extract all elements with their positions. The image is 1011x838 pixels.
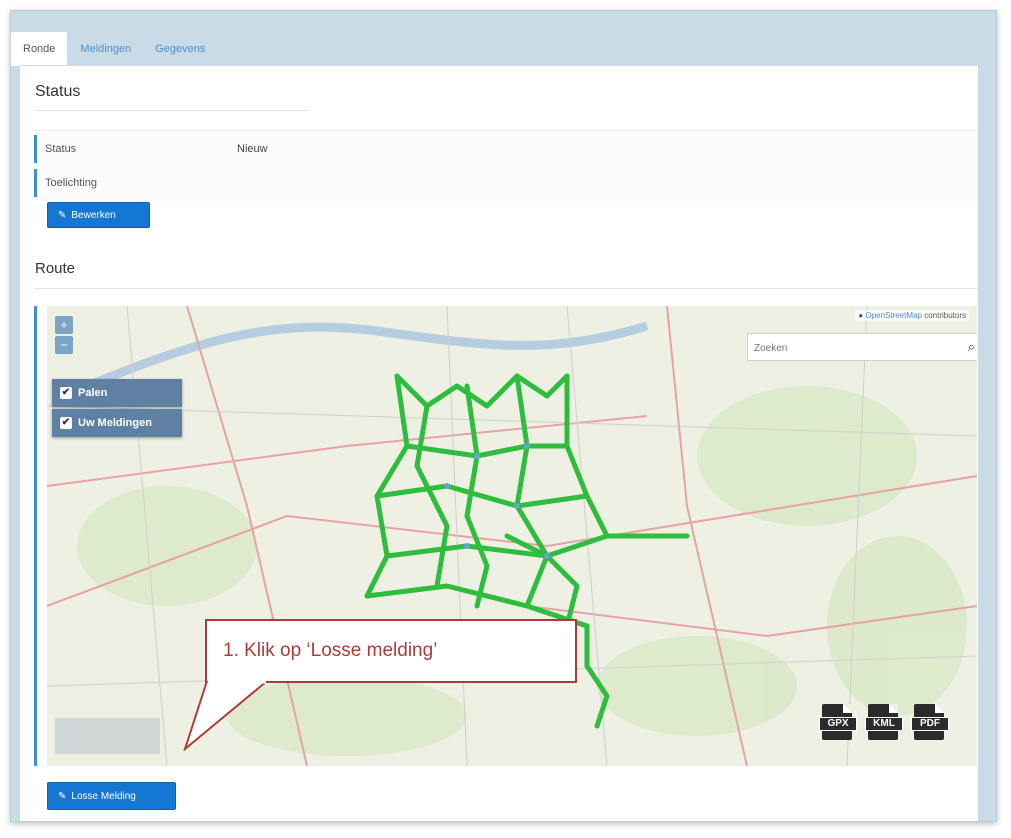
divider xyxy=(34,110,309,111)
tab-bar: Ronde Meldingen Gegevens xyxy=(10,30,217,66)
toelichting-row: Toelichting xyxy=(34,169,297,197)
info-icon: ● xyxy=(858,311,864,320)
checkbox-checked[interactable]: ✔ xyxy=(60,387,72,399)
kml-label: KML xyxy=(865,717,903,731)
tab-gegevens[interactable]: Gegevens xyxy=(143,32,217,66)
layer-label: Palen xyxy=(78,387,108,399)
layer-toggle-uw-meldingen[interactable]: ✔ Uw Meldingen xyxy=(52,409,182,437)
edit-button[interactable]: ✎ Bewerken xyxy=(47,202,150,228)
zoom-out-button[interactable]: − xyxy=(55,336,73,354)
callout-tail xyxy=(183,681,269,751)
map-search-input[interactable] xyxy=(752,335,951,361)
status-row: Status Nieuw xyxy=(34,135,297,163)
status-label: Status xyxy=(45,143,77,155)
layer-toggle-palen[interactable]: ✔ Palen xyxy=(52,379,182,407)
zoom-in-button[interactable]: + xyxy=(55,316,73,334)
search-icon[interactable]: ⌕ xyxy=(968,339,975,355)
zoom-control: + − xyxy=(55,316,73,356)
attribution-text: contributors xyxy=(924,311,966,320)
route-heading: Route xyxy=(35,260,76,277)
download-icons: GPX KML PDF xyxy=(819,704,949,740)
osm-link[interactable]: OpenStreetMap xyxy=(865,311,921,320)
divider xyxy=(34,288,978,289)
content-panel: Status Status Nieuw Toelichting ✎ Bewerk… xyxy=(20,65,978,821)
loose-report-button-label: Losse Melding xyxy=(71,790,136,802)
tab-meldingen[interactable]: Meldingen xyxy=(68,32,143,66)
edit-icon: ✎ xyxy=(58,209,67,221)
pdf-download-icon[interactable]: PDF xyxy=(911,704,949,740)
checkbox-checked[interactable]: ✔ xyxy=(60,417,72,429)
edit-icon: ✎ xyxy=(58,790,67,802)
layer-switcher: ✔ Palen ✔ Uw Meldingen xyxy=(52,379,182,439)
gpx-label: GPX xyxy=(819,717,857,731)
edit-button-label: Bewerken xyxy=(71,209,116,221)
instruction-callout: 1. Klik op ‘Losse melding’ xyxy=(205,619,577,683)
toelichting-label: Toelichting xyxy=(45,177,97,189)
status-heading: Status xyxy=(35,83,81,100)
loose-report-button[interactable]: ✎ Losse Melding xyxy=(47,782,176,810)
layer-label: Uw Meldingen xyxy=(78,417,152,429)
map-attribution: ● OpenStreetMap contributors xyxy=(855,310,969,321)
status-value: Nieuw xyxy=(237,143,268,155)
tab-ronde[interactable]: Ronde xyxy=(10,31,69,66)
callout-text: 1. Klik op ‘Losse melding’ xyxy=(223,640,438,661)
map-search: ⌕ xyxy=(747,333,977,361)
kml-download-icon[interactable]: KML xyxy=(865,704,903,740)
scale-bar xyxy=(55,718,160,754)
pdf-label: PDF xyxy=(911,717,949,731)
gpx-download-icon[interactable]: GPX xyxy=(819,704,857,740)
